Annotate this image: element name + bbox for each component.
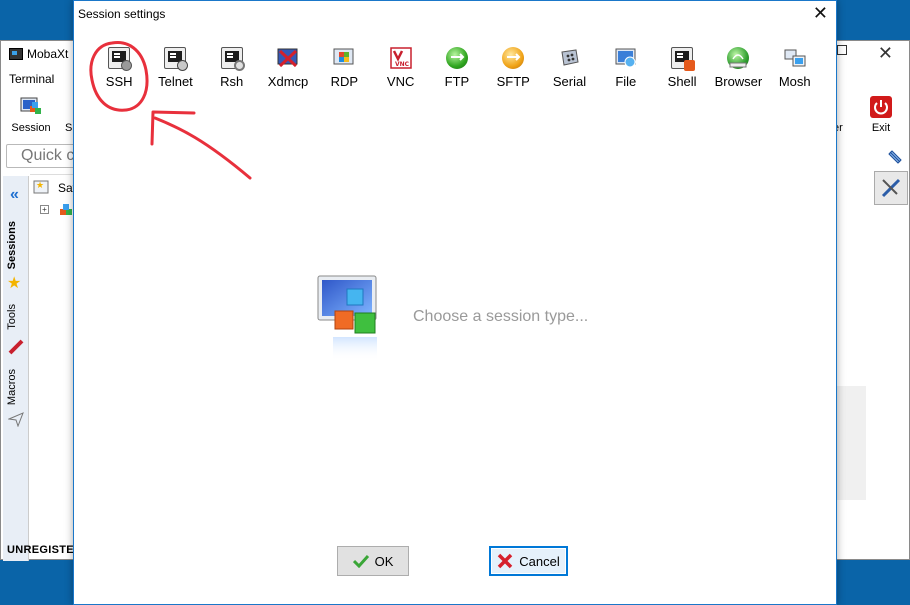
session-type-mosh[interactable]: Mosh xyxy=(767,47,823,89)
session-type-file[interactable]: File xyxy=(598,47,654,89)
restore-icon[interactable] xyxy=(837,45,847,55)
session-type-vnc[interactable]: VNC VNC xyxy=(372,47,428,89)
session-type-sftp[interactable]: SFTP xyxy=(485,47,541,89)
collapse-sidebar-icon[interactable]: « xyxy=(10,186,19,204)
quick-connect-input[interactable]: Quick c xyxy=(6,144,76,168)
session-type-rsh-label: Rsh xyxy=(220,74,244,89)
session-type-browser[interactable]: Browser xyxy=(710,47,766,89)
session-type-row: SSH Telnet Rsh Xdmcp RDP VNC VNC FTP SFT… xyxy=(91,47,823,89)
left-side-tabs: « Sessions ★ Tools Macros xyxy=(3,176,29,561)
menu-terminal[interactable]: Terminal xyxy=(9,72,54,86)
power-icon xyxy=(870,96,892,118)
file-icon xyxy=(615,47,637,69)
session-settings-dialog: Session settings ✕ SSH Telnet Rsh Xdmcp … xyxy=(73,0,837,605)
session-type-telnet-label: Telnet xyxy=(158,74,193,89)
pin-icon[interactable] xyxy=(887,149,903,165)
session-type-shell[interactable]: Shell xyxy=(654,47,710,89)
vnc-icon: VNC xyxy=(389,47,412,69)
ssh-icon xyxy=(108,47,133,71)
session-type-ssh-label: SSH xyxy=(105,74,133,89)
svg-text:★: ★ xyxy=(36,181,44,191)
check-icon xyxy=(352,554,369,568)
session-type-file-label: File xyxy=(615,74,637,89)
session-type-serial-label: Serial xyxy=(552,74,587,89)
serial-icon xyxy=(559,47,581,69)
session-type-ftp-label: FTP xyxy=(444,74,470,89)
rsh-icon xyxy=(220,47,245,71)
dialog-title: Session settings xyxy=(78,7,166,21)
session-type-sftp-label: SFTP xyxy=(496,74,530,89)
session-type-telnet[interactable]: Telnet xyxy=(147,47,203,89)
toolbar-servers-label: S xyxy=(65,122,73,134)
main-window-title: MobaXt xyxy=(9,47,68,61)
mosh-icon xyxy=(784,47,806,69)
tools-settings-button[interactable] xyxy=(874,171,908,205)
session-type-rdp[interactable]: RDP xyxy=(316,47,372,89)
mobaxterm-logo-icon xyxy=(9,48,23,60)
star-icon: ★ xyxy=(7,275,22,292)
session-type-serial[interactable]: Serial xyxy=(541,47,597,89)
toolbar-exit-label: Exit xyxy=(871,122,891,134)
user-sessions-icon: ★ xyxy=(33,180,49,194)
toolbar-exit-button[interactable]: Exit xyxy=(865,96,897,134)
session-type-mosh-label: Mosh xyxy=(778,74,811,89)
session-type-ftp[interactable]: FTP xyxy=(429,47,485,89)
wrench-icon xyxy=(881,178,901,198)
main-content-area xyxy=(836,386,866,500)
toolbar-session-label: Session xyxy=(11,122,51,134)
ok-button-label: OK xyxy=(374,553,394,569)
status-unregistered: UNREGISTER xyxy=(7,544,83,556)
side-tab-macros[interactable]: Macros xyxy=(6,369,28,405)
session-type-shell-label: Shell xyxy=(667,74,697,89)
main-close-icon[interactable]: ✕ xyxy=(878,43,893,64)
tools-icon xyxy=(8,339,24,355)
session-icon xyxy=(20,97,41,114)
side-tab-tools[interactable]: Tools xyxy=(6,304,28,330)
shell-icon xyxy=(671,47,696,71)
send-icon xyxy=(8,412,24,427)
xdmcp-icon xyxy=(277,47,299,69)
side-tab-sessions[interactable]: Sessions xyxy=(6,221,28,269)
session-type-vnc-label: VNC xyxy=(386,74,415,89)
telnet-icon xyxy=(164,47,189,71)
sessions-panel: ★ Sav + xyxy=(30,174,79,540)
session-type-browser-label: Browser xyxy=(714,74,763,89)
cancel-button[interactable]: Cancel xyxy=(489,546,568,576)
session-type-xdmcp-label: Xdmcp xyxy=(267,74,309,89)
dialog-close-icon[interactable]: ✕ xyxy=(813,3,828,24)
sftp-icon xyxy=(502,47,525,69)
expand-icon[interactable]: + xyxy=(40,205,49,214)
vnc-badge-text: VNC xyxy=(395,61,410,68)
session-type-xdmcp[interactable]: Xdmcp xyxy=(260,47,316,89)
cancel-x-icon xyxy=(498,553,513,569)
session-type-illustration xyxy=(317,275,381,365)
session-type-ssh[interactable]: SSH xyxy=(91,47,147,89)
ftp-icon xyxy=(445,47,468,69)
ok-button[interactable]: OK xyxy=(337,546,409,576)
toolbar-session-button[interactable]: Session xyxy=(10,96,52,134)
cancel-button-label: Cancel xyxy=(519,553,560,569)
session-type-rsh[interactable]: Rsh xyxy=(204,47,260,89)
choose-session-type-text: Choose a session type... xyxy=(413,308,589,325)
session-type-rdp-label: RDP xyxy=(330,74,359,89)
browser-icon xyxy=(727,47,750,69)
main-window-title-text: MobaXt xyxy=(27,47,69,61)
rdp-icon xyxy=(333,47,355,69)
session-cubes-icon xyxy=(317,275,377,361)
